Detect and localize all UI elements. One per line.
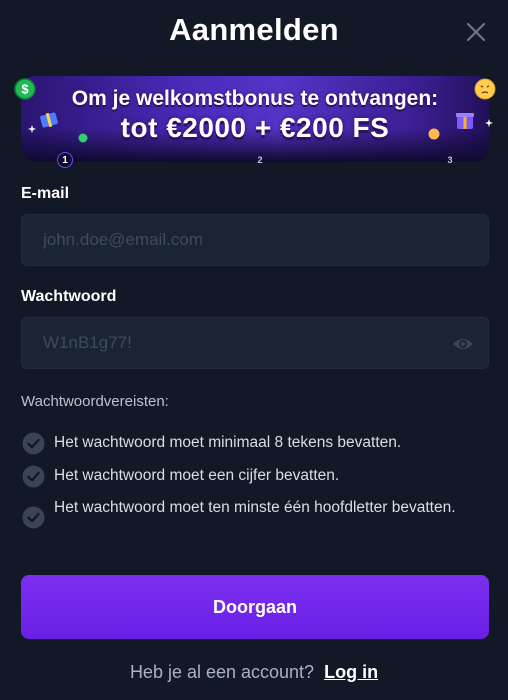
dollar-coin-icon: $ [14, 78, 36, 100]
login-link[interactable]: Log in [324, 662, 378, 682]
close-button[interactable] [464, 20, 488, 44]
email-label: E-mail [21, 185, 70, 202]
banner-headline: Om je welkomstbonus te ontvangen: [71, 87, 439, 110]
page-title: Aanmelden [169, 12, 339, 47]
toggle-password-visibility-button[interactable] [452, 334, 474, 354]
gift-box-icon [456, 113, 474, 129]
welcome-bonus-banner: Om je welkomstbonus te ontvangen: tot €2… [21, 76, 489, 162]
password-requirements-title: Wachtwoordvereisten: [21, 393, 169, 410]
eye-icon [453, 339, 473, 349]
password-field-wrapper [21, 317, 489, 369]
email-field[interactable] [22, 215, 488, 265]
requirement-text: Het wachtwoord moet minimaal 8 tekens be… [54, 434, 402, 451]
check-circle-icon [22, 506, 45, 529]
svg-text:$: $ [21, 82, 29, 97]
close-icon [466, 22, 486, 42]
check-circle-icon [22, 432, 45, 455]
password-field[interactable] [22, 318, 488, 368]
modal-header: Aanmelden [0, 0, 508, 64]
continue-button[interactable]: Doorgaan [21, 575, 489, 639]
banner-step-3: 3 [447, 155, 453, 165]
coin-icon [428, 128, 440, 140]
gift-icon [40, 112, 58, 128]
banner-step-1: 1 [57, 152, 73, 168]
sparkle-icon [28, 125, 36, 133]
check-circle-icon [22, 465, 45, 488]
signup-modal: Aanmelden Om je welkomstbonus te ontvang… [0, 0, 508, 700]
requirement-text: Het wachtwoord moet een cijfer bevatten. [54, 467, 340, 484]
login-prompt: Heb je al een account? Log in [0, 662, 508, 683]
emoji-face-icon [474, 78, 496, 100]
requirement-text: Het wachtwoord moet ten minste één hoofd… [54, 499, 456, 516]
email-field-wrapper [21, 214, 489, 266]
sparkle-icon [485, 119, 493, 127]
chip-icon [78, 133, 88, 143]
login-prompt-text: Heb je al een account? [129, 662, 315, 682]
password-label: Wachtwoord [21, 288, 117, 305]
banner-step-2: 2 [257, 155, 263, 165]
banner-bonus-amount: tot €2000 + €200 FS [120, 112, 390, 143]
